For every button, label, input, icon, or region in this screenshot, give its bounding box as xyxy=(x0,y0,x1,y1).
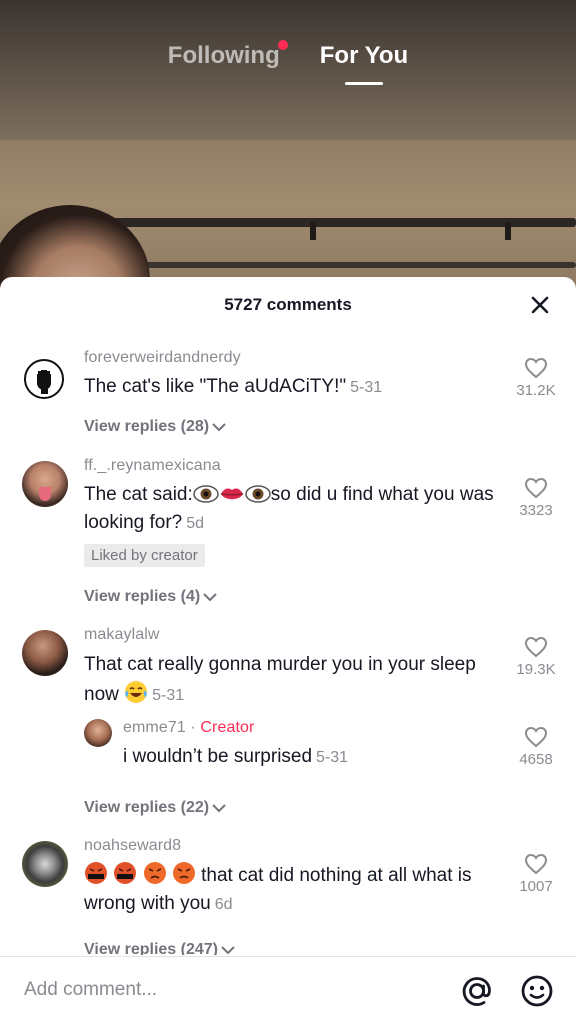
comment-text: The cat said: so did u find what you was … xyxy=(84,481,506,538)
cursing-face-icon xyxy=(85,862,107,884)
video-rail xyxy=(120,262,576,268)
reply-avatar[interactable] xyxy=(84,719,112,747)
cursing-face-icon xyxy=(114,862,137,884)
reply-username[interactable]: emme71 xyxy=(123,719,186,736)
like-count: 31.2K xyxy=(516,382,556,399)
reply-text: i wouldn’t be surprised 5-31 xyxy=(123,743,496,772)
reply-date: 5-31 xyxy=(316,749,349,766)
comments-header: 5727 comments xyxy=(0,277,576,333)
like-button[interactable]: 3323 xyxy=(508,477,564,519)
raised-fist-icon xyxy=(27,362,61,396)
close-icon xyxy=(531,296,549,314)
lips-icon xyxy=(220,488,243,500)
mention-button[interactable] xyxy=(459,973,495,1009)
chevron-down-icon xyxy=(212,423,226,432)
comment-username[interactable]: makaylalw xyxy=(84,626,496,644)
chevron-down-icon xyxy=(203,593,217,602)
view-replies-button[interactable]: View replies (4) xyxy=(84,588,218,606)
tab-following[interactable]: Following xyxy=(167,40,288,70)
avatar-filter-tongue xyxy=(39,487,51,501)
comment-username[interactable]: noahseward8 xyxy=(84,837,496,855)
smiley-face-icon xyxy=(521,975,553,1007)
video-rod-clip xyxy=(505,222,511,240)
comment-text-content: The cat's like "The aUdACiTY!" xyxy=(84,376,347,397)
notification-dot xyxy=(277,40,288,50)
comment-username[interactable]: ff._.reynamexicana xyxy=(84,457,506,475)
heart-icon xyxy=(524,726,548,748)
comment-body: noahseward8 that cat did nothing at all … xyxy=(84,837,496,919)
view-replies-button[interactable]: View replies (28) xyxy=(84,418,227,436)
reply-username-row: emme71 · Creator xyxy=(123,719,496,737)
heart-icon xyxy=(524,477,548,499)
comment-date: 5-31 xyxy=(152,687,185,704)
comment-text: The cat's like "The aUdACiTY!" 5-31 xyxy=(84,373,500,402)
comment-date: 5-31 xyxy=(350,379,383,396)
avatar[interactable] xyxy=(24,359,64,399)
avatar[interactable] xyxy=(22,841,68,887)
reply-separator: · xyxy=(185,719,201,736)
comments-list[interactable]: foreverweirdandnerdy The cat's like "The… xyxy=(0,333,576,955)
comment-body: makaylalw That cat really gonna murder y… xyxy=(84,626,496,711)
comments-sheet: 5727 comments foreverweirdandnerdy The c… xyxy=(0,277,576,1024)
comment-text-before: The cat said: xyxy=(84,484,193,505)
like-count: 1007 xyxy=(519,878,553,895)
comment-date: 5d xyxy=(186,515,205,532)
comment-item: noahseward8 that cat did nothing at all … xyxy=(0,837,576,955)
view-replies-button[interactable]: View replies (22) xyxy=(84,799,227,817)
video-rod-clip xyxy=(310,222,316,240)
active-tab-indicator xyxy=(344,82,383,85)
eye-icon xyxy=(193,485,219,503)
add-comment-input[interactable]: Add comment... xyxy=(24,979,157,1001)
emoji-button[interactable] xyxy=(519,973,555,1009)
heart-icon xyxy=(524,853,548,875)
chevron-down-icon xyxy=(221,946,235,955)
tab-for-you[interactable]: For You xyxy=(319,42,409,85)
comment-body: ff._.reynamexicana The cat said: so did u… xyxy=(84,457,506,567)
view-replies-label: View replies (28) xyxy=(84,418,210,435)
view-replies-button[interactable]: View replies (247) xyxy=(84,941,236,955)
reply-body: emme71 · Creator i wouldn’t be surprised… xyxy=(123,719,496,772)
avatar[interactable] xyxy=(22,630,68,676)
comment-text: That cat really gonna murder you in your… xyxy=(84,650,496,711)
like-button[interactable]: 1007 xyxy=(508,853,564,895)
feed-tabs: Following For You xyxy=(0,40,576,92)
liked-by-creator-badge: Liked by creator xyxy=(84,544,205,567)
comment-item: foreverweirdandnerdy The cat's like "The… xyxy=(0,345,576,455)
comments-count: 5727 comments xyxy=(224,295,352,314)
tab-following-label: Following xyxy=(167,42,280,69)
comment-date: 6d xyxy=(214,896,233,913)
angry-face-icon xyxy=(172,862,195,884)
at-sign-icon xyxy=(462,977,491,1006)
tab-for-you-label: For You xyxy=(319,42,409,69)
like-count: 3323 xyxy=(519,502,553,519)
close-button[interactable] xyxy=(526,291,554,319)
heart-icon xyxy=(524,357,548,379)
comment-item: makaylalw That cat really gonna murder y… xyxy=(0,626,576,838)
comment-text: that cat did nothing at all what is wron… xyxy=(84,861,496,919)
avatar[interactable] xyxy=(22,461,68,507)
chevron-down-icon xyxy=(212,804,226,813)
like-button[interactable]: 19.3K xyxy=(508,636,564,678)
angry-face-icon xyxy=(143,862,166,884)
comment-input-bar: Add comment... xyxy=(0,956,576,1024)
tears-of-joy-icon xyxy=(125,681,148,703)
view-replies-label: View replies (22) xyxy=(84,799,210,816)
like-button[interactable]: 31.2K xyxy=(508,357,564,399)
comment-body: foreverweirdandnerdy The cat's like "The… xyxy=(84,349,500,402)
view-replies-label: View replies (247) xyxy=(84,941,218,955)
heart-icon xyxy=(524,636,548,658)
reply-like-count: 4658 xyxy=(519,751,553,768)
view-replies-label: View replies (4) xyxy=(84,588,201,605)
comment-username[interactable]: foreverweirdandnerdy xyxy=(84,349,500,367)
reply-like-button[interactable]: 4658 xyxy=(508,726,564,768)
eye-icon xyxy=(245,485,271,503)
creator-tag: Creator xyxy=(200,719,255,736)
like-count: 19.3K xyxy=(516,661,556,678)
reply-text-content: i wouldn’t be surprised xyxy=(123,746,313,767)
